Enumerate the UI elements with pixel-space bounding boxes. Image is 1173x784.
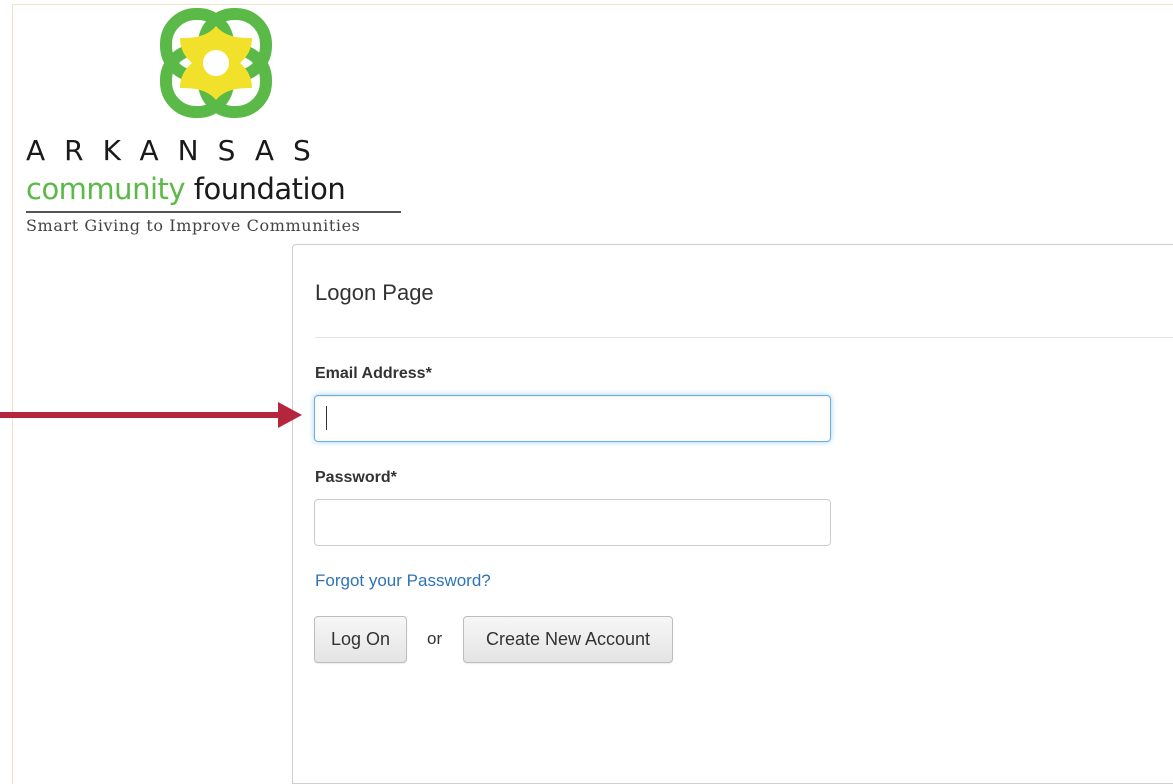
log-on-button[interactable]: Log On: [314, 616, 407, 663]
logo-community-text: community: [26, 172, 186, 206]
title-divider: [315, 337, 1173, 338]
logo-mark-icon: [160, 8, 272, 118]
forgot-password-link[interactable]: Forgot your Password?: [315, 571, 491, 591]
password-field[interactable]: [314, 499, 831, 546]
logo-brand-word: ARKANSAS: [26, 134, 330, 167]
logo-foundation-text: foundation: [193, 172, 346, 206]
page-title: Logon Page: [315, 280, 434, 305]
create-account-button[interactable]: Create New Account: [463, 616, 673, 663]
red-arrow-icon: [0, 402, 302, 428]
logo-tagline: Smart Giving to Improve Communities: [26, 216, 361, 235]
text-cursor: [326, 406, 327, 430]
logon-panel: Logon Page Email Address* Password* Forg…: [292, 244, 1173, 784]
logo-divider: [26, 211, 401, 213]
email-label: Email Address*: [315, 365, 432, 382]
site-logo[interactable]: ARKANSAS community foundation Smart Givi…: [20, 8, 410, 240]
or-separator: or: [427, 629, 443, 648]
logo-subtitle: community foundation: [26, 172, 346, 206]
password-label: Password*: [315, 469, 397, 486]
email-field[interactable]: [314, 395, 831, 442]
